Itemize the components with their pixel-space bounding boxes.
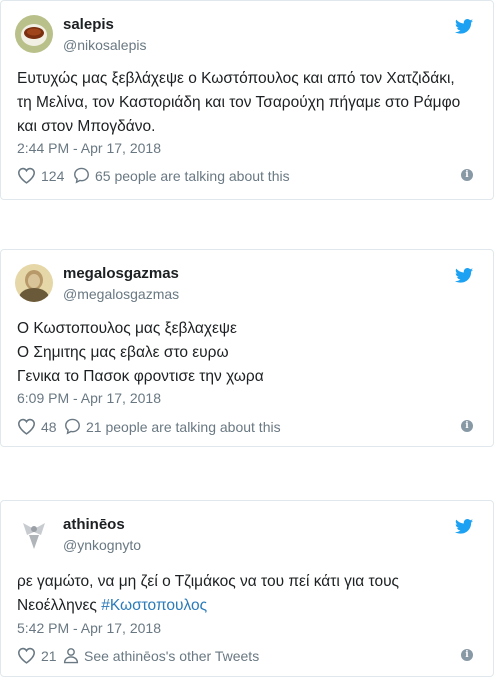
display-name[interactable]: megalosgazmas [63, 265, 179, 282]
tweet-text-line: ρε γαμώτο, να μη ζεί ο Τζιμάκος να του π… [17, 573, 400, 590]
tweet-actions: 21 See athinēos's other Tweets i [17, 647, 477, 667]
timestamp[interactable]: 5:42 PM - Apr 17, 2018 [17, 620, 161, 636]
tweet-text-line: και στον Μπογδάνο. [17, 118, 156, 135]
tweet-card[interactable]: salepis @nikosalepis Ευτυχώς μας ξεβλάχε… [0, 0, 494, 200]
like-button[interactable]: 124 [17, 167, 64, 184]
talking-link[interactable]: 21 people are talking about this [64, 418, 281, 435]
timestamp[interactable]: 2:44 PM - Apr 17, 2018 [17, 140, 161, 156]
twitter-bird-icon[interactable] [455, 19, 473, 34]
talking-label: 65 people are talking about this [95, 167, 290, 184]
heart-icon [17, 167, 36, 184]
tweet-text: Ευτυχώς μας ξεβλάχεψε ο Κωστόπουλος και … [17, 67, 477, 139]
tweet-actions: 48 21 people are talking about this i [17, 418, 477, 438]
tweet-text: Ο Κωστοπουλος μας ξεβλαχεψε Ο Σημιτης μα… [17, 317, 477, 389]
tweet-text-line: Ευτυχώς μας ξεβλάχεψε ο Κωστόπουλος και … [17, 70, 455, 87]
like-count: 21 [41, 647, 57, 664]
like-button[interactable]: 48 [17, 418, 57, 435]
tweet-text-fragment: Νεοέλληνες [17, 597, 97, 614]
display-name[interactable]: athinēos [63, 516, 125, 533]
user-handle[interactable]: @megalosgazmas [63, 286, 179, 302]
info-icon[interactable]: i [461, 169, 473, 181]
tweet-text-line: Νεοέλληνες #Κωστοπουλος [17, 594, 477, 618]
like-count: 124 [41, 167, 65, 184]
avatar[interactable] [15, 515, 53, 553]
user-handle[interactable]: @ynkognyto [63, 537, 141, 553]
talking-link[interactable]: 65 people are talking about this [73, 167, 290, 184]
other-tweets-link[interactable]: See athinēos's other Tweets [63, 647, 259, 664]
other-tweets-label: See athinēos's other Tweets [84, 647, 260, 664]
like-button[interactable]: 21 [17, 647, 57, 664]
twitter-bird-icon[interactable] [455, 519, 473, 534]
tweet-text-line: Ο Κωστοπουλος μας ξεβλαχεψε [17, 320, 237, 337]
tweet-text: ρε γαμώτο, να μη ζεί ο Τζιμάκος να του π… [17, 570, 477, 618]
display-name[interactable]: salepis [63, 16, 114, 33]
tweet-card[interactable]: megalosgazmas @megalosgazmas Ο Κωστοπουλ… [0, 249, 494, 447]
user-handle[interactable]: @nikosalepis [63, 37, 146, 53]
tweet-header: athinēos @ynkognyto [1, 501, 493, 555]
tweet-text-line: Ο Σημιτης μας εβαλε στο ευρω [17, 344, 229, 361]
tweet-actions: 124 65 people are talking about this i [17, 167, 477, 187]
avatar[interactable] [15, 15, 53, 53]
avatar[interactable] [15, 264, 53, 302]
tweet-text-line: τη Μελίνα, τον Καστοριάδη και τον Τσαρού… [17, 94, 461, 111]
tweet-text-line: Γενικα το Πασοκ φροντισε την χωρα [17, 368, 264, 385]
heart-icon [17, 418, 36, 435]
timestamp[interactable]: 6:09 PM - Apr 17, 2018 [17, 390, 161, 406]
info-icon[interactable]: i [461, 649, 473, 661]
speech-bubble-icon [74, 167, 89, 184]
person-icon [63, 648, 79, 664]
info-icon[interactable]: i [461, 420, 473, 432]
like-count: 48 [41, 418, 57, 435]
speech-bubble-icon [65, 418, 80, 435]
twitter-bird-icon[interactable] [455, 268, 473, 283]
heart-icon [17, 647, 36, 664]
talking-label: 21 people are talking about this [86, 418, 281, 435]
hashtag-link[interactable]: #Κωστοπουλος [101, 597, 207, 614]
tweet-header: megalosgazmas @megalosgazmas [1, 250, 493, 304]
tweet-header: salepis @nikosalepis [1, 1, 493, 55]
tweet-card[interactable]: athinēos @ynkognyto ρε γαμώτο, να μη ζεί… [0, 500, 494, 677]
